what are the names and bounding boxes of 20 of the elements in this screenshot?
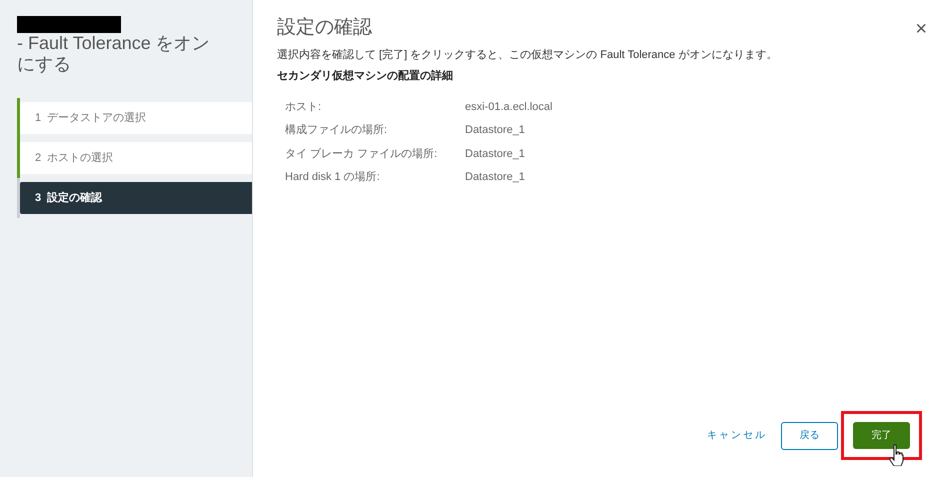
detail-value: esxi-01.a.ecl.local	[465, 100, 552, 114]
step-item[interactable]: 1 データストアの選択	[20, 102, 252, 134]
page-title: 設定の確認	[277, 16, 372, 40]
description-text: 選択内容を確認して [完了] をクリックすると、この仮想マシンの Fault Tolerance がオンになります。	[277, 48, 778, 62]
detail-value: Datastore_1	[465, 170, 525, 185]
detail-value: Datastore_1	[465, 146, 525, 162]
close-button[interactable]: ×	[915, 19, 927, 39]
detail-label: タイ ブレーカ ファイルの場所:	[285, 146, 438, 162]
finish-button[interactable]: 完了	[853, 422, 910, 449]
detail-label: Hard disk 1 の場所:	[285, 170, 381, 185]
detail-label: ホスト:	[285, 100, 322, 114]
hand-cursor-icon	[889, 444, 905, 466]
detail-label: 構成ファイルの場所:	[285, 123, 388, 138]
step-item[interactable]: 2 ホストの選択	[20, 142, 252, 174]
wizard-title: - Fault Tolerance をオンにする	[17, 33, 211, 75]
detail-value: Datastore_1	[465, 123, 525, 138]
section-heading: セカンダリ仮想マシンの配置の詳細	[277, 68, 454, 84]
cancel-link[interactable]: キャンセル	[707, 428, 767, 443]
back-button[interactable]: 戻る	[781, 422, 838, 450]
step-item[interactable]: 3 設定の確認	[20, 182, 252, 214]
